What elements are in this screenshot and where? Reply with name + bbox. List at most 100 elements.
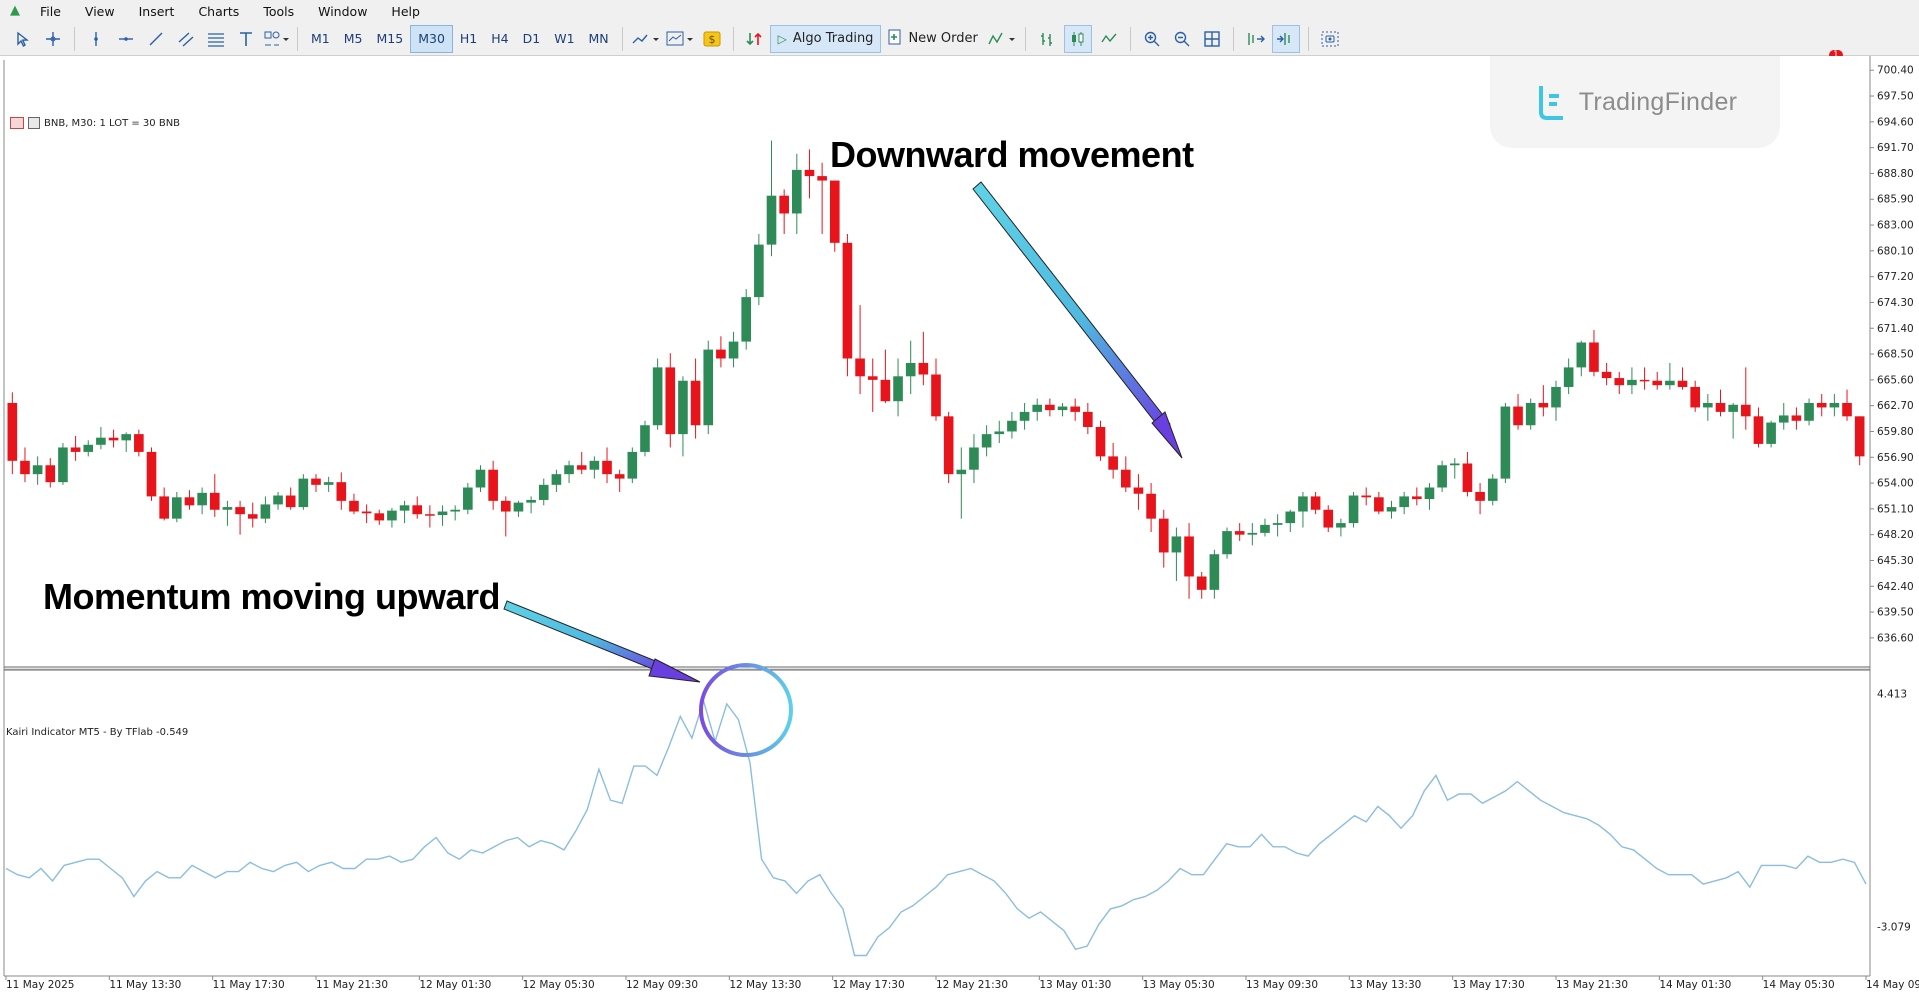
timeframe-m30[interactable]: M30 [410,24,453,53]
candle-body [197,492,207,506]
timeframe-d1[interactable]: D1 [516,26,548,52]
candle-body [754,244,764,298]
candle-body [1374,497,1384,512]
toolbar-separator [621,26,623,51]
candle-body [1348,495,1359,524]
candle-body [209,492,220,510]
candle-body [7,402,18,461]
price-tick-label: 694.60 [1877,116,1914,128]
price-tick-label: 659.80 [1877,426,1914,438]
candle-body [1120,469,1131,488]
dollar-icon[interactable]: $ [699,26,725,52]
candle-body [766,195,777,245]
candle-body [1222,531,1232,555]
algo-trading-button[interactable]: ▷ Algo Trading [769,24,882,53]
crosshair-icon[interactable] [40,26,66,52]
candle-body [260,504,271,519]
time-tick-label: 11 May 21:30 [316,979,388,991]
kairi-indicator-line [5,698,1867,957]
bar-chart-icon[interactable] [1034,26,1060,52]
timeframe-mn[interactable]: MN [582,26,616,52]
shapes-icon[interactable] [263,26,289,52]
menu-window[interactable]: Window [308,4,381,19]
new-order-button[interactable]: New Order [881,26,984,52]
horizontal-line-icon[interactable] [113,26,139,52]
candle-body [1285,511,1296,524]
trendline-icon[interactable] [143,26,169,52]
menu-file[interactable]: File [30,4,75,19]
candle-body [500,500,511,512]
candle-body [956,469,967,475]
price-tick-label: 671.40 [1877,323,1914,335]
candle-body [488,469,498,501]
candle-body [1171,536,1182,553]
downward-movement-label: Downward movement [830,134,1194,175]
candle-body [1019,411,1030,421]
vertical-line-icon[interactable] [83,26,109,52]
candle-body [513,502,524,512]
candle-body [716,349,726,359]
timeframe-w1[interactable]: W1 [547,26,581,52]
candle-body [893,376,903,402]
fibonacci-icon[interactable] [203,26,229,52]
svg-text:$: $ [708,33,715,46]
candle-body [1184,536,1194,577]
menu-help[interactable]: Help [381,4,434,19]
candle-body [1740,404,1751,417]
market-depth-icon[interactable] [987,26,1017,52]
timeframe-h4[interactable]: H4 [484,26,515,52]
candle-body [1601,371,1612,379]
chart-window-icon[interactable] [28,117,40,129]
signals-icon[interactable] [742,26,768,52]
toolbar-separator [1129,26,1131,51]
timeframe-m1[interactable]: M1 [304,26,337,52]
price-tick-label: 674.30 [1877,297,1914,309]
menu-tools[interactable]: Tools [253,4,308,19]
candle-body [867,376,878,380]
zoom-out-icon[interactable] [1169,26,1195,52]
menu-bar: ▲ File View Insert Charts Tools Window H… [0,0,1919,22]
shift-icon[interactable] [1271,24,1300,53]
line-chart-icon[interactable] [1096,26,1122,52]
menu-insert[interactable]: Insert [129,4,189,19]
candle-body [1209,554,1220,590]
time-tick-label: 13 May 13:30 [1349,979,1421,991]
channel-icon[interactable] [173,26,199,52]
candlestick-icon[interactable] [1063,24,1092,53]
toolbar-separator [74,26,75,51]
candle-body [1260,524,1270,533]
candle-body [640,425,650,452]
candle-body [931,374,941,417]
chart-window[interactable]: 700.40 697.50 694.60 691.70 688.80 685.90 683.… [0,56,1919,996]
candle-body [1272,523,1283,525]
candle-body [969,447,979,470]
candle-body [1551,386,1561,408]
indicator-axis: 4.413 -3.079 [1877,689,1911,934]
menu-charts[interactable]: Charts [188,4,253,19]
timeframe-h1[interactable]: H1 [453,26,484,52]
chart-type-icon[interactable] [631,26,661,52]
time-tick-label: 12 May 21:30 [936,979,1008,991]
cursor-icon[interactable] [10,26,36,52]
text-icon[interactable] [233,26,259,52]
grid-icon[interactable] [1199,26,1225,52]
candle-body [665,367,676,435]
candle-body [121,434,132,441]
candle-body [1336,523,1346,528]
screenshot-icon[interactable] [1317,26,1343,52]
timeframe-m15[interactable]: M15 [370,26,411,52]
candle-body [412,505,423,515]
autoscroll-icon[interactable] [1242,26,1268,52]
template-icon[interactable] [665,26,695,52]
timeframe-m5[interactable]: M5 [337,26,370,52]
chart-menu-icon[interactable] [10,117,24,129]
menu-view[interactable]: View [75,4,129,19]
price-chart[interactable]: 700.40 697.50 694.60 691.70 688.80 685.90 683.… [0,56,1919,996]
candle-body [437,511,448,516]
candle-body [1690,386,1700,408]
candle-body [1412,496,1422,500]
toolbar-separator [1232,26,1234,51]
zoom-in-icon[interactable] [1139,26,1165,52]
candle-body [1576,342,1587,368]
candle-body [1095,427,1106,457]
